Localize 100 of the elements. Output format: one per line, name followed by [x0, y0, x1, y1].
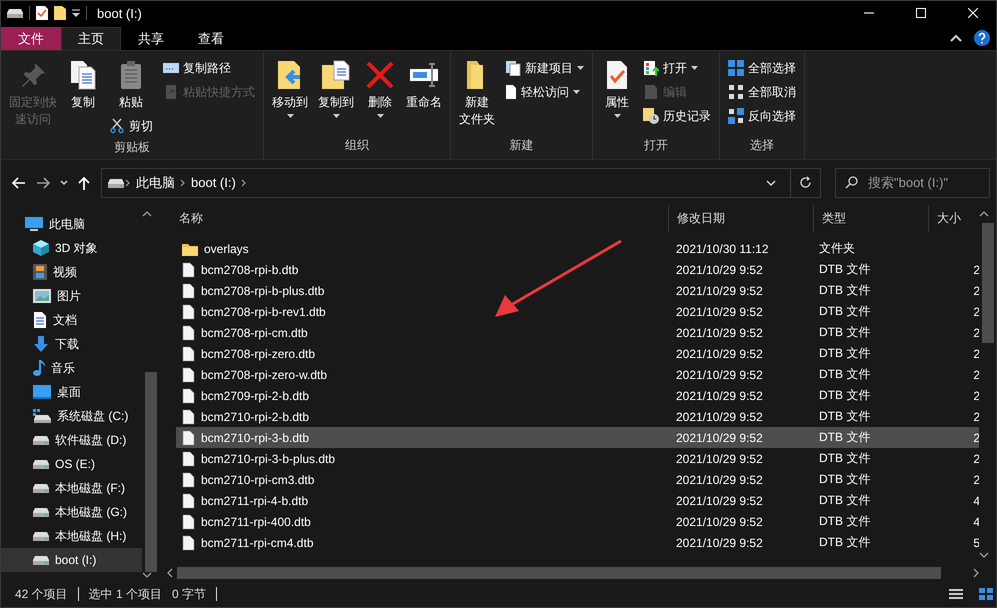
file-row[interactable]: bcm2708-rpi-zero.dtb 2021/10/29 9:52 DTB 文件 2	[176, 343, 979, 364]
checkmark-document-icon	[36, 6, 48, 20]
sidebar-item[interactable]: 图片	[1, 284, 142, 308]
file-name: bcm2711-rpi-400.dtb	[201, 514, 311, 528]
sidebar-item[interactable]: 本地磁盘 (F:)	[1, 476, 142, 500]
type-cell-text: DTB 文件	[818, 429, 872, 446]
file-row[interactable]: bcm2710-rpi-3-b.dtb 2021/10/29 9:52 DTB 文件 2	[176, 427, 979, 448]
ribbon-button[interactable]: 删除	[360, 57, 400, 120]
picture-icon	[33, 289, 51, 303]
sidebar-item[interactable]: 系统磁盘 (C:)	[1, 404, 142, 428]
file-row[interactable]: bcm2708-rpi-b-rev1.dtb 2021/10/29 9:52 DTB 文件 2	[176, 301, 979, 322]
cube-icon	[33, 240, 49, 256]
file-name: bcm2710-rpi-3-b.dtb	[201, 430, 310, 444]
path-icon	[163, 62, 179, 74]
drive-icon	[33, 483, 49, 493]
scrollbar-thumb[interactable]	[144, 372, 156, 572]
sidebar-item[interactable]: 音乐	[1, 356, 142, 380]
file-row[interactable]: bcm2708-rpi-cm.dtb 2021/10/29 9:52 DTB 文件 2	[176, 322, 979, 343]
select-all-icon	[728, 60, 744, 76]
date-cell-text: 2021/10/29 9:52	[675, 368, 764, 382]
open-icon	[643, 60, 659, 76]
sidebar-item[interactable]: 本地磁盘 (H:)	[1, 524, 142, 548]
ribbon-button[interactable]: 历史记录	[639, 105, 715, 127]
system-drive-icon	[33, 409, 51, 423]
sidebar-item[interactable]: 桌面	[1, 380, 142, 404]
drive-icon	[33, 531, 49, 541]
file-icon	[182, 324, 195, 340]
column-header[interactable]: 名称	[161, 205, 669, 232]
ribbon-button[interactable]: 反向选择	[724, 105, 800, 127]
date-cell-text: 2021/10/29 9:52	[675, 388, 764, 402]
file-name: bcm2710-rpi-3-b-plus.dtb	[201, 452, 336, 466]
ribbon-button[interactable]: 新建项目	[501, 57, 588, 79]
ribbon-button[interactable]: 复制路径	[159, 57, 259, 79]
file-icon	[182, 408, 195, 424]
ribbon-tab[interactable]: 主页	[61, 27, 121, 50]
file-name: overlays	[204, 242, 249, 256]
file-row[interactable]: bcm2710-rpi-cm3.dtb 2021/10/29 9:52 DTB 文件 2	[176, 469, 979, 490]
sidebar-item[interactable]: boot (I:)	[1, 548, 142, 572]
ribbon-tab[interactable]: 文件	[1, 27, 61, 50]
group-label: 选择	[749, 137, 775, 154]
drive-icon	[108, 178, 124, 188]
sidebar-item[interactable]: OS (E:)	[1, 452, 142, 476]
file-row[interactable]: overlays 2021/10/30 11:12 文件夹	[176, 238, 979, 259]
chevron-right-icon	[240, 178, 248, 186]
film-icon	[33, 264, 47, 280]
shortcut-icon	[163, 84, 179, 100]
refresh-icon	[799, 176, 812, 189]
date-cell-text: 2021/10/29 9:52	[675, 452, 764, 466]
breadcrumb[interactable]: boot (I:)	[187, 175, 240, 190]
file-row[interactable]: bcm2710-rpi-3-b-plus.dtb 2021/10/29 9:52 DTB 文件 2	[176, 448, 979, 469]
date-cell-text: 2021/10/29 9:52	[675, 346, 764, 360]
desktop-icon	[33, 385, 51, 399]
file-row[interactable]: bcm2710-rpi-2-b.dtb 2021/10/29 9:52 DTB 文件 2	[176, 406, 979, 427]
chevron-up-icon	[950, 34, 962, 42]
file-row[interactable]: bcm2708-rpi-b.dtb 2021/10/29 9:52 DTB 文件 2	[176, 259, 979, 280]
ribbon-button[interactable]: 全部取消	[724, 81, 800, 103]
date-cell-text: 2021/10/29 9:52	[675, 262, 764, 276]
ribbon-button[interactable]: 粘贴	[105, 57, 157, 113]
sidebar-item[interactable]: 下载	[1, 332, 142, 356]
ribbon-button[interactable]: 重命名	[402, 57, 446, 113]
search-field[interactable]: 搜索"boot (I:)"	[835, 168, 990, 198]
drive-icon	[33, 459, 49, 469]
column-header[interactable]: 类型	[814, 205, 929, 232]
size-cell-text: 2	[972, 368, 979, 382]
ribbon-button[interactable]: 新建 文件夹	[455, 57, 499, 130]
ribbon-button[interactable]: 轻松访问	[501, 81, 588, 103]
scrollbar-thumb[interactable]	[982, 223, 994, 343]
sidebar-item[interactable]: 3D 对象	[1, 236, 142, 260]
ribbon-button[interactable]: 移动到	[268, 57, 312, 120]
size-cell-text: 2	[972, 326, 979, 340]
scrollbar-thumb[interactable]	[177, 566, 941, 578]
drive-icon	[7, 8, 23, 18]
file-icon	[182, 514, 195, 530]
ribbon-button[interactable]: 剪切	[105, 115, 157, 137]
ribbon-button[interactable]: 打开	[639, 57, 715, 79]
file-row[interactable]: bcm2709-rpi-2-b.dtb 2021/10/29 9:52 DTB 文件 2	[176, 385, 979, 406]
ribbon-button[interactable]: 复制	[63, 57, 103, 113]
computer-icon	[25, 216, 43, 232]
file-row[interactable]: bcm2708-rpi-zero-w.dtb 2021/10/29 9:52 DTB 文件 2	[176, 364, 979, 385]
ribbon-button[interactable]: 属性	[597, 57, 637, 120]
ribbon-button[interactable]: 全部选择	[724, 57, 800, 79]
up-arrow-icon	[78, 176, 90, 190]
address-bar[interactable]: 此电脑 boot (I:)	[101, 168, 821, 198]
size-cell-text: 2	[972, 430, 979, 444]
ribbon-button[interactable]: 复制到	[314, 57, 358, 120]
sidebar-item[interactable]: 软件磁盘 (D:)	[1, 428, 142, 452]
details-view-icon	[949, 588, 963, 600]
sidebar-item[interactable]: 本地磁盘 (G:)	[1, 500, 142, 524]
chevron-down-icon	[979, 552, 989, 558]
date-cell-text: 2021/10/29 9:52	[675, 326, 764, 340]
sidebar-item[interactable]: 视频	[1, 260, 142, 284]
date-cell-text: 2021/10/29 9:52	[675, 514, 764, 528]
file-icon	[182, 430, 195, 446]
file-row[interactable]: bcm2708-rpi-b-plus.dtb 2021/10/29 9:52 DTB 文件 2	[176, 280, 979, 301]
sidebar-item[interactable]: 文档	[1, 308, 142, 332]
file-icon	[182, 534, 195, 550]
column-header[interactable]: 修改日期	[669, 205, 814, 232]
type-cell-text: DTB 文件	[818, 366, 872, 383]
sidebar-item[interactable]: 此电脑	[1, 212, 142, 236]
breadcrumb[interactable]: 此电脑	[132, 174, 179, 192]
